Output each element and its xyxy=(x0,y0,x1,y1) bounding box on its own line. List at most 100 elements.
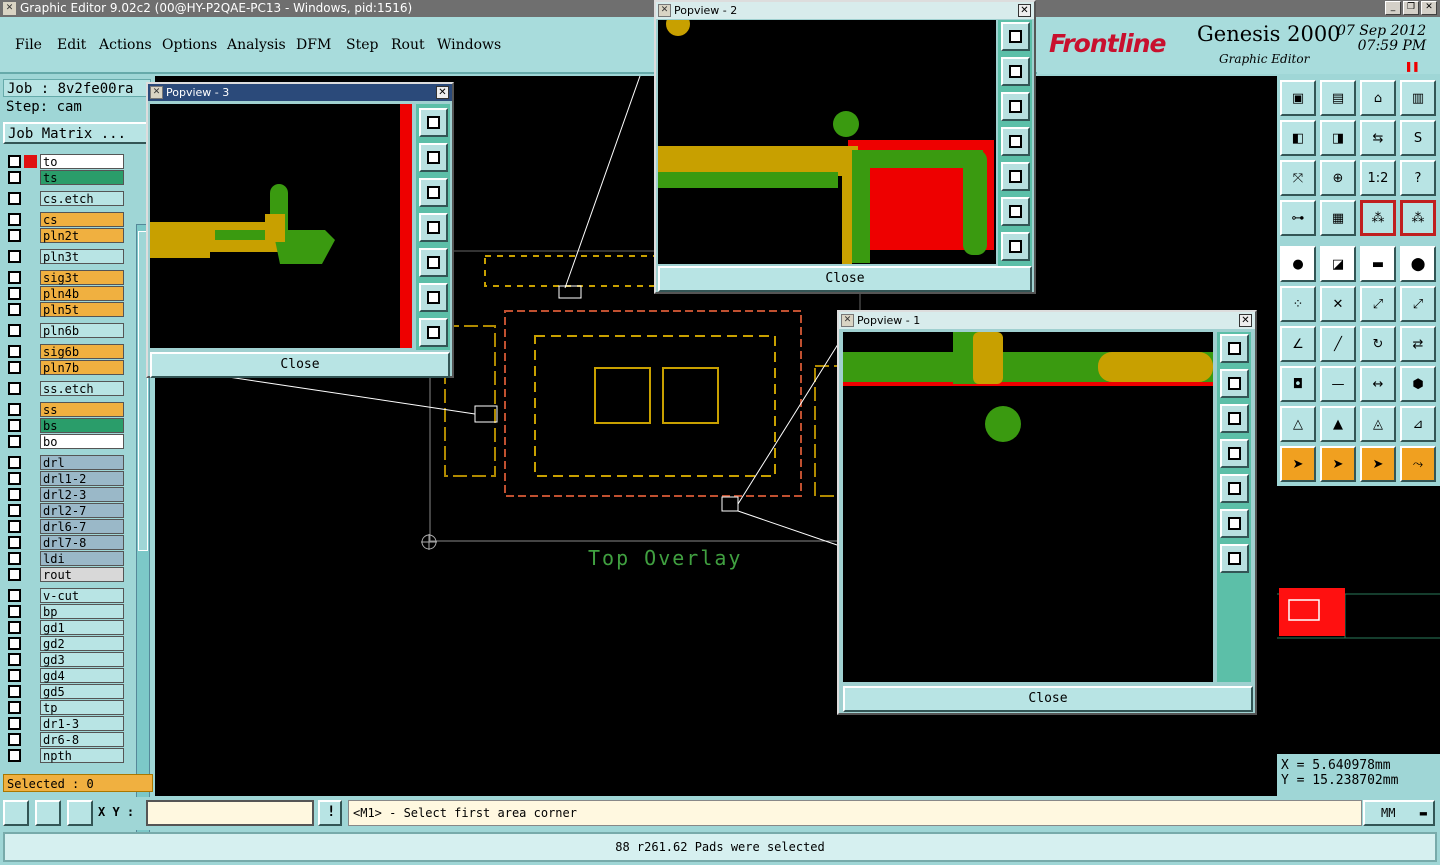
minus-button[interactable]: — xyxy=(1320,366,1356,402)
triangle-c-button[interactable]: ◬ xyxy=(1360,406,1396,442)
mirror-button[interactable]: ⇄ xyxy=(1400,326,1436,362)
angle-button[interactable]: ∠ xyxy=(1280,326,1316,362)
minimize-button[interactable]: _ xyxy=(1385,1,1401,15)
zoom-out-tool[interactable] xyxy=(1001,232,1030,261)
layer-row-pln2t[interactable]: pln2t xyxy=(4,228,124,243)
layer-row-to[interactable]: to xyxy=(4,154,124,169)
layer-row-rout[interactable]: rout xyxy=(4,567,124,582)
popview-2-titlebar[interactable]: ✕ Popview - 2 ✕ xyxy=(656,2,1034,19)
layer-checkbox[interactable] xyxy=(8,361,21,374)
shapes-button[interactable]: ⬢ xyxy=(1400,366,1436,402)
popview-2-window[interactable]: ✕ Popview - 2 ✕ Close xyxy=(654,0,1036,294)
zoom-home-tool[interactable] xyxy=(1220,334,1249,363)
zoom-in-tool[interactable] xyxy=(1220,509,1249,538)
layer-row-drl6-7[interactable]: drl6-7 xyxy=(4,519,124,534)
layer-row-sig3t[interactable]: sig3t xyxy=(4,270,124,285)
layer-checkbox[interactable] xyxy=(8,456,21,469)
menu-dfm[interactable]: DFM xyxy=(296,37,331,53)
layer-row-gd2[interactable]: gd2 xyxy=(4,636,124,651)
zoom-home-button[interactable]: ▣ xyxy=(1280,80,1316,116)
layer-row-ss[interactable]: ss xyxy=(4,402,124,417)
layer-row-gd3[interactable]: gd3 xyxy=(4,652,124,667)
zoom-in-tool[interactable] xyxy=(419,283,448,312)
units-select[interactable]: MM ▬ xyxy=(1363,800,1435,826)
layer-checkbox[interactable] xyxy=(8,472,21,485)
layer-checkbox[interactable] xyxy=(8,669,21,682)
ruler-button[interactable]: ▬ xyxy=(1360,246,1396,282)
layer-row-npth[interactable]: npth xyxy=(4,748,124,763)
pointer-box-button[interactable]: ➤ xyxy=(1320,446,1356,482)
pan-up-tool[interactable] xyxy=(1001,57,1030,86)
layer-checkbox[interactable] xyxy=(8,653,21,666)
center-button[interactable]: ⊕ xyxy=(1320,160,1356,196)
triangle-b-button[interactable]: ▲ xyxy=(1320,406,1356,442)
layer-row-drl1-2[interactable]: drl1-2 xyxy=(4,471,124,486)
menu-actions[interactable]: Actions xyxy=(99,37,152,53)
pause-icon[interactable]: ❚❚ xyxy=(1405,59,1419,73)
menu-edit[interactable]: Edit xyxy=(57,37,86,53)
layer-row-cs.etch[interactable]: cs.etch xyxy=(4,191,124,206)
menu-rout[interactable]: Rout xyxy=(391,37,425,53)
pan-right-button[interactable]: ◨ xyxy=(1320,120,1356,156)
layer-checkbox[interactable] xyxy=(8,382,21,395)
popview-1-close-button[interactable]: Close xyxy=(843,686,1253,712)
layer-row-v-cut[interactable]: v-cut xyxy=(4,588,124,603)
zoom-out-tool[interactable] xyxy=(1220,544,1249,573)
layer-row-ts[interactable]: ts xyxy=(4,170,124,185)
zoom-out-tool[interactable] xyxy=(419,318,448,347)
layer-row-ldi[interactable]: ldi xyxy=(4,551,124,566)
layer-checkbox[interactable] xyxy=(8,250,21,263)
layer-row-pln7b[interactable]: pln7b xyxy=(4,360,124,375)
layer-checkbox[interactable] xyxy=(8,403,21,416)
grid-tool-button[interactable]: ▦ xyxy=(1320,200,1356,236)
pan-down-tool[interactable] xyxy=(1001,92,1030,121)
menu-windows[interactable]: Windows xyxy=(437,37,501,53)
layer-checkbox[interactable] xyxy=(8,504,21,517)
triangle-a-button[interactable]: △ xyxy=(1280,406,1316,442)
pan-left-tool[interactable] xyxy=(419,213,448,242)
popview-2-view[interactable] xyxy=(658,20,996,264)
layer-checkbox[interactable] xyxy=(8,419,21,432)
grid-icon[interactable] xyxy=(67,800,93,826)
alert-icon[interactable]: ! xyxy=(318,800,342,826)
zoom-home-tool[interactable] xyxy=(1001,22,1030,51)
layer-row-dr1-3[interactable]: dr1-3 xyxy=(4,716,124,731)
circle-pad-button[interactable]: ⬤ xyxy=(1400,246,1436,282)
layer-row-pln5t[interactable]: pln5t xyxy=(4,302,124,317)
zoom-home-tool[interactable] xyxy=(419,108,448,137)
pan-left-tool[interactable] xyxy=(1001,127,1030,156)
popview-3-window[interactable]: ✕ Popview - 3 ✕ Close xyxy=(146,82,454,378)
pan-right-tool[interactable] xyxy=(1001,162,1030,191)
home-view-button[interactable]: ⌂ xyxy=(1360,80,1396,116)
popview-1-view[interactable] xyxy=(843,332,1213,682)
route-edit-button[interactable]: ⤳ xyxy=(1400,446,1436,482)
line-draw-button[interactable]: ◪ xyxy=(1320,246,1356,282)
layer-row-gd1[interactable]: gd1 xyxy=(4,620,124,635)
help-button[interactable]: ? xyxy=(1400,160,1436,196)
layer-row-sig6b[interactable]: sig6b xyxy=(4,344,124,359)
layer-row-pln4b[interactable]: pln4b xyxy=(4,286,124,301)
zoom-fit-button[interactable]: ▤ xyxy=(1320,80,1356,116)
zoom-in-tool[interactable] xyxy=(1001,197,1030,226)
window-button[interactable]: ▥ xyxy=(1400,80,1436,116)
net-a-button[interactable]: ⁂ xyxy=(1360,200,1396,236)
pan-right-tool[interactable] xyxy=(419,248,448,277)
layer-checkbox[interactable] xyxy=(8,171,21,184)
layer-checkbox[interactable] xyxy=(8,568,21,581)
layer-row-pln3t[interactable]: pln3t xyxy=(4,249,124,264)
layer-row-drl[interactable]: drl xyxy=(4,455,124,470)
layer-checkbox[interactable] xyxy=(8,733,21,746)
measure-icon[interactable] xyxy=(35,800,61,826)
node-button[interactable]: ⁘ xyxy=(1280,286,1316,322)
layer-checkbox[interactable] xyxy=(8,536,21,549)
layer-checkbox[interactable] xyxy=(8,229,21,242)
layer-row-drl2-7[interactable]: drl2-7 xyxy=(4,503,124,518)
menu-step[interactable]: Step xyxy=(346,37,378,53)
scale-button[interactable]: 1:2 xyxy=(1360,160,1396,196)
fit-all-button[interactable]: ⤧ xyxy=(1280,160,1316,196)
layer-checkbox[interactable] xyxy=(8,749,21,762)
layer-checkbox[interactable] xyxy=(8,717,21,730)
menu-options[interactable]: Options xyxy=(162,37,217,53)
popview-3-close-button[interactable]: Close xyxy=(150,352,450,378)
pan-left-button[interactable]: ◧ xyxy=(1280,120,1316,156)
